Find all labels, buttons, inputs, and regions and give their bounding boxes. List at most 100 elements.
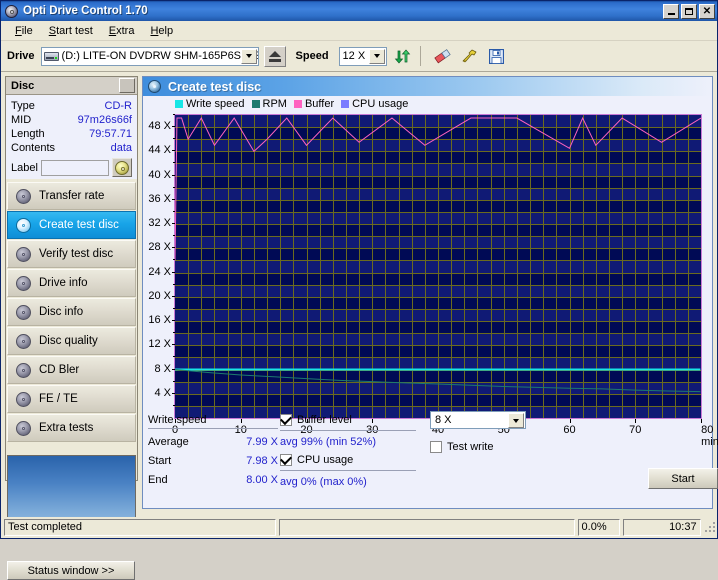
sidebar-item-create-test-disc[interactable]: Create test disc bbox=[7, 211, 136, 239]
y-tick-label: 48 X bbox=[148, 120, 171, 133]
erase-button[interactable] bbox=[430, 44, 454, 68]
status-window-button[interactable]: Status window >> bbox=[7, 561, 135, 580]
toolbar: Drive (D:) LITE-ON DVDRW SHM-165P6S MS0R… bbox=[1, 41, 717, 72]
save-icon bbox=[488, 48, 504, 64]
menu-extra[interactable]: Extra bbox=[101, 23, 143, 39]
y-tick-label: 16 X bbox=[148, 314, 171, 327]
sidebar-item-disc-info[interactable]: Disc info bbox=[7, 298, 136, 326]
left-panel: Disc Type CD-R MID 97m26s66f Length 79:5… bbox=[5, 76, 138, 535]
y-tick-label: 44 X bbox=[148, 144, 171, 157]
main-content: Disc Type CD-R MID 97m26s66f Length 79:5… bbox=[2, 72, 718, 580]
buffer-level-checkbox-row[interactable]: Buffer level bbox=[279, 412, 416, 426]
sidebar-nav: Transfer rate Create test disc Verify te… bbox=[6, 182, 137, 442]
sidebar-item-label: Drive info bbox=[39, 277, 88, 289]
cpu-usage-label: CPU usage bbox=[297, 454, 354, 466]
write-speed-stats: Write speed Average 7.99 X Start 7.98 X … bbox=[148, 414, 278, 486]
legend-label: RPM bbox=[262, 97, 287, 110]
resize-grip-icon[interactable] bbox=[704, 521, 715, 533]
disc-icon bbox=[16, 217, 31, 233]
legend-swatch bbox=[341, 99, 350, 108]
legend-item-cpu-usage: CPU usage bbox=[341, 98, 408, 110]
plot-series bbox=[175, 116, 701, 393]
sidebar-item-label: FE / TE bbox=[39, 393, 78, 405]
cpu-usage-checkbox[interactable] bbox=[279, 452, 293, 466]
y-tick-label: 32 X bbox=[148, 217, 171, 230]
legend-label: CPU usage bbox=[352, 97, 409, 110]
toolbar-divider bbox=[419, 46, 421, 66]
tools-button[interactable] bbox=[457, 44, 481, 68]
disc-icon bbox=[16, 420, 31, 436]
menu-file[interactable]: File bbox=[7, 23, 41, 39]
disc-label-input[interactable] bbox=[40, 159, 109, 176]
check-icon bbox=[279, 412, 293, 425]
buffer-level-checkbox[interactable] bbox=[279, 412, 293, 426]
x-tick-label: 70 bbox=[629, 424, 642, 436]
drive-select-value: (D:) LITE-ON DVDRW SHM-165P6S MS0R bbox=[61, 50, 259, 62]
write-speed-select[interactable]: 8 X bbox=[430, 411, 526, 429]
y-tick-label: 12 X bbox=[148, 338, 171, 351]
disc-icon bbox=[16, 275, 31, 291]
drive-select-chevron-down-icon[interactable] bbox=[240, 48, 257, 64]
start-button[interactable]: Start bbox=[648, 468, 718, 489]
disc-icon bbox=[16, 333, 31, 349]
stat-row-end: End 8.00 X bbox=[148, 474, 278, 486]
check-icon bbox=[279, 452, 293, 465]
chart-panel: Create test disc Write speed RPM Buffer bbox=[142, 76, 718, 509]
legend-label: Buffer bbox=[304, 97, 335, 110]
write-speed-select-value: 8 X bbox=[435, 414, 452, 426]
disc-icon bbox=[16, 391, 31, 407]
test-write-checkbox[interactable] bbox=[430, 441, 442, 453]
sidebar-item-label: Disc quality bbox=[39, 335, 98, 347]
stat-value: 7.99 X bbox=[246, 436, 278, 448]
maximize-button[interactable] bbox=[681, 3, 697, 19]
sidebar-item-extra-tests[interactable]: Extra tests bbox=[7, 414, 136, 442]
cpu-usage-checkbox-row[interactable]: CPU usage bbox=[279, 452, 416, 466]
drive-select[interactable]: (D:) LITE-ON DVDRW SHM-165P6S MS0R bbox=[40, 46, 259, 66]
status-message: Test completed bbox=[4, 518, 276, 536]
menu-start-test[interactable]: Start test bbox=[41, 23, 101, 39]
sidebar-item-verify-test-disc[interactable]: Verify test disc bbox=[7, 240, 136, 268]
speed-select-value: 12 X bbox=[342, 50, 366, 62]
test-write-checkbox-row[interactable]: Test write bbox=[430, 441, 580, 453]
menu-bar: File Start test Extra Help bbox=[1, 21, 717, 41]
plot-canvas bbox=[174, 114, 702, 419]
eraser-icon bbox=[433, 48, 451, 63]
close-button[interactable]: ✕ bbox=[699, 3, 715, 19]
disc-icon bbox=[16, 246, 31, 262]
sidebar-item-transfer-rate[interactable]: Transfer rate bbox=[7, 182, 136, 210]
application-window: Opti Drive Control 1.70 ✕ File Start tes… bbox=[0, 0, 718, 580]
drive-label: Drive bbox=[7, 50, 35, 62]
refresh-button[interactable] bbox=[390, 44, 414, 68]
save-button[interactable] bbox=[484, 44, 508, 68]
test-write-label: Test write bbox=[447, 441, 494, 453]
legend-swatch bbox=[175, 99, 183, 108]
disc-contents-value: data bbox=[110, 142, 132, 154]
disc-panel-toggle-button[interactable] bbox=[119, 78, 135, 93]
y-tick-label: 24 X bbox=[148, 265, 171, 278]
menu-file-rest: ile bbox=[21, 24, 33, 37]
progress-percent: 0.0% bbox=[577, 518, 621, 536]
stat-row-start: Start 7.98 X bbox=[148, 455, 278, 467]
menu-help[interactable]: Help bbox=[142, 23, 181, 39]
progress-bar bbox=[278, 518, 575, 536]
disc-label-row: Label bbox=[11, 158, 132, 177]
speed-select-chevron-down-icon[interactable] bbox=[368, 48, 385, 64]
legend-swatch bbox=[251, 99, 260, 108]
sidebar-item-disc-quality[interactable]: Disc quality bbox=[7, 327, 136, 355]
disc-label-caption: Label bbox=[11, 161, 38, 174]
sidebar-item-drive-info[interactable]: Drive info bbox=[7, 269, 136, 297]
eject-button[interactable] bbox=[263, 45, 286, 67]
y-tick-label: 20 X bbox=[148, 289, 171, 302]
status-bar: Test completed 0.0% 10:37 bbox=[2, 517, 716, 537]
write-speed-chevron-down-icon[interactable] bbox=[508, 413, 524, 428]
sidebar-item-label: Extra tests bbox=[39, 422, 94, 434]
y-tick-label: 8 X bbox=[154, 362, 171, 375]
speed-select[interactable]: 12 X bbox=[338, 46, 387, 66]
disc-icon bbox=[16, 362, 31, 378]
sidebar-item-fe-te[interactable]: FE / TE bbox=[7, 385, 136, 413]
read-disc-label-button[interactable] bbox=[112, 158, 132, 177]
sidebar-item-cd-bler[interactable]: CD Bler bbox=[7, 356, 136, 384]
y-tick-label: 4 X bbox=[154, 386, 171, 399]
minimize-button[interactable] bbox=[663, 3, 679, 19]
chart-title: Create test disc bbox=[168, 79, 262, 94]
